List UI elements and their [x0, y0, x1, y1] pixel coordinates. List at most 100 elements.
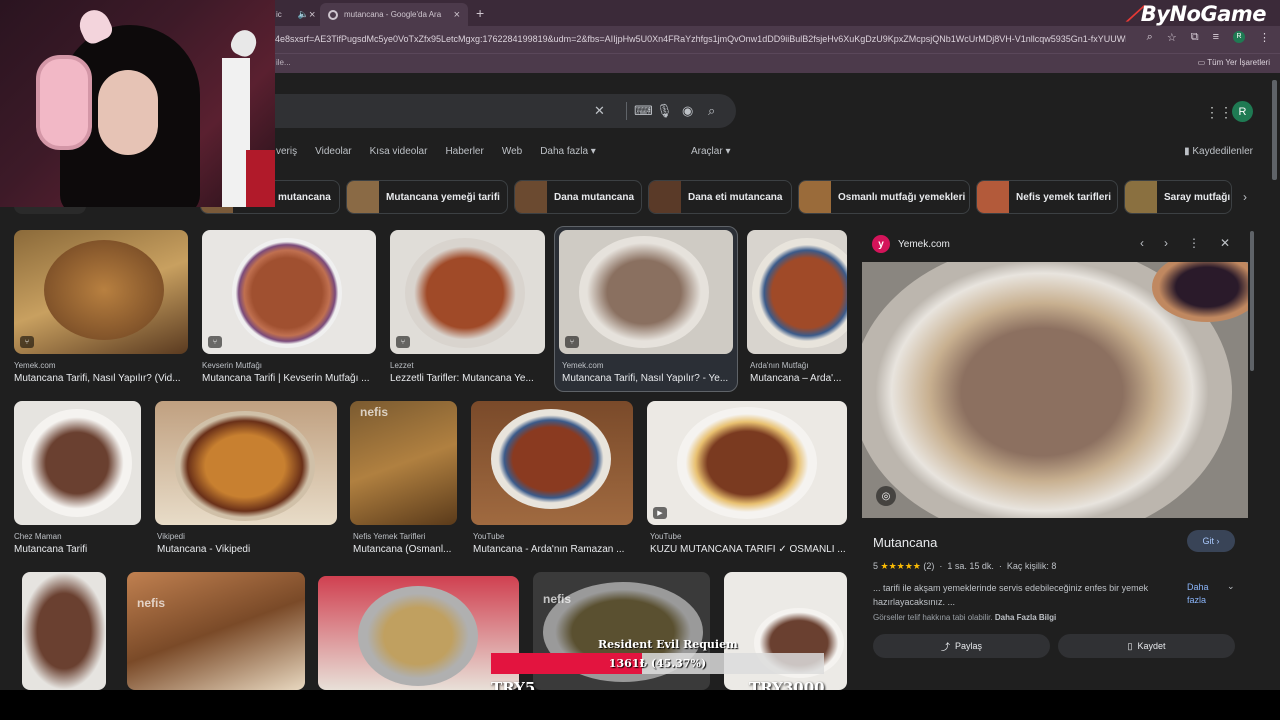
- chip-dana-mutancana[interactable]: Dana mutancana: [514, 180, 642, 214]
- mute-icon[interactable]: 🔈: [298, 9, 309, 20]
- close-tab-icon[interactable]: ×: [309, 9, 315, 21]
- chip-mutancana-yemegi-tarifi[interactable]: Mutancana yemeği tarifi: [346, 180, 508, 214]
- folder-icon: ▭: [1197, 58, 1208, 67]
- result-source[interactable]: Arda'nın Mutfağı: [750, 361, 850, 370]
- next-icon[interactable]: ›: [1164, 236, 1168, 250]
- result-title[interactable]: Mutancana Tarifi | Kevserin Mutfağı ...: [202, 373, 376, 384]
- result-image[interactable]: [747, 230, 847, 354]
- tab-title: ic: [276, 10, 282, 19]
- recipe-icon: ⑂: [208, 336, 222, 348]
- result-title[interactable]: KUZU MUTANCANA TARİFİ ✓ OSMANLI ...: [650, 544, 850, 555]
- menu-icon[interactable]: ⋮: [1259, 31, 1270, 44]
- result-source[interactable]: YouTube: [473, 532, 633, 541]
- result-image[interactable]: ⑂: [559, 230, 733, 354]
- profile-icon[interactable]: R: [1233, 31, 1245, 43]
- google-apps-icon[interactable]: ⋮⋮: [1205, 104, 1233, 121]
- result-source[interactable]: Yemek.com: [562, 361, 732, 370]
- all-bookmarks-link[interactable]: ▭ Tüm Yer İşaretleri: [1198, 58, 1270, 67]
- tab-news[interactable]: Haberler: [445, 146, 483, 157]
- account-avatar[interactable]: R: [1232, 101, 1253, 122]
- result-title[interactable]: Mutancana Tarifi: [14, 544, 141, 555]
- more-link[interactable]: Daha fazla: [1187, 581, 1227, 607]
- visit-button[interactable]: Git ›: [1187, 530, 1235, 552]
- copyright-note: Görseller telif hakkına tabi olabilir. D…: [873, 613, 1057, 622]
- media-icon[interactable]: ≡: [1213, 31, 1219, 44]
- result-image[interactable]: nefis: [127, 572, 305, 690]
- result-image[interactable]: ⑂: [202, 230, 376, 354]
- microphone-icon[interactable]: 🎙: [656, 103, 673, 119]
- result-title[interactable]: Lezzetli Tarifler: Mutancana Ye...: [390, 373, 545, 384]
- result-image[interactable]: [155, 401, 337, 525]
- chip-osmanli-mutfagi[interactable]: Osmanlı mutfağı yemekleri: [798, 180, 970, 214]
- result-source[interactable]: Yemek.com: [14, 361, 188, 370]
- lens-search-icon[interactable]: ◎: [876, 486, 896, 506]
- tab-videos[interactable]: Videolar: [315, 146, 352, 157]
- browser-tab-active[interactable]: mutancana - Google'da Ara ×: [320, 3, 468, 26]
- new-tab-button[interactable]: +: [476, 5, 484, 21]
- result-image[interactable]: nefis: [350, 401, 457, 525]
- result-image[interactable]: [318, 576, 519, 690]
- result-image[interactable]: [471, 401, 633, 525]
- zoom-icon[interactable]: ⌕: [1147, 31, 1153, 44]
- extensions-icon[interactable]: ⧉: [1191, 31, 1199, 44]
- panel-source[interactable]: Yemek.com: [898, 239, 950, 250]
- watermark: nefis: [543, 592, 572, 606]
- result-title[interactable]: Mutancana (Osmanl...: [353, 544, 460, 555]
- save-button[interactable]: ▯ Kaydet: [1058, 634, 1235, 658]
- recipe-meta: 5 ★★★★★ (2) · 1 sa. 15 dk. · Kaç kişilik…: [873, 561, 1057, 571]
- close-icon[interactable]: ✕: [1220, 236, 1230, 250]
- result-source[interactable]: Lezzet: [390, 361, 545, 370]
- share-button[interactable]: ⤴ Paylaş: [873, 634, 1050, 658]
- result-title[interactable]: Mutancana - Vikipedi: [157, 544, 337, 555]
- result-image[interactable]: [14, 401, 141, 525]
- page-scrollbar[interactable]: [1272, 80, 1277, 180]
- learn-more-link[interactable]: Daha Fazla Bilgi: [995, 613, 1056, 622]
- url-field[interactable]: b4e8sxsrf=AE3TifPugsdMc5ye0VoTxZfx95Letc…: [270, 34, 1126, 44]
- result-source[interactable]: Kevserin Mutfağı: [202, 361, 376, 370]
- result-source[interactable]: Vikipedi: [157, 532, 337, 541]
- bookmark-icon: ▯: [1127, 640, 1133, 651]
- saved-link[interactable]: ▮ Kaydedilenler: [1184, 146, 1253, 157]
- tab-web[interactable]: Web: [502, 146, 522, 157]
- result-title[interactable]: Mutancana Tarifi, Nasıl Yapılır? - Ye...: [562, 373, 732, 384]
- play-icon: ▶: [653, 507, 667, 519]
- share-icon: ⤴: [940, 641, 950, 652]
- search-box[interactable]: ✕ ⌨ 🎙 ◉ ⌕: [240, 94, 736, 128]
- chip-dana-eti-mutancana[interactable]: Dana eti mutancana: [648, 180, 792, 214]
- previous-icon[interactable]: ‹: [1140, 236, 1144, 250]
- chip-nefis-yemek-tarifleri[interactable]: Nefis yemek tarifleri: [976, 180, 1118, 214]
- preview-image[interactable]: [862, 262, 1248, 518]
- search-icon[interactable]: ⌕: [708, 103, 715, 119]
- lens-icon[interactable]: ◉: [682, 103, 693, 119]
- panel-title[interactable]: Mutancana: [873, 535, 937, 550]
- chip-saray-mutfagi[interactable]: Saray mutfağı: [1124, 180, 1232, 214]
- result-title[interactable]: Mutancana Tarifi, Nasıl Yapılır? (Vid...: [14, 373, 188, 384]
- recipe-icon: ⑂: [20, 336, 34, 348]
- chevron-down-icon[interactable]: ⌄: [1227, 581, 1235, 592]
- clear-icon[interactable]: ✕: [594, 103, 605, 119]
- more-options-icon[interactable]: ⋮: [1188, 236, 1200, 250]
- tab-short-videos[interactable]: Kısa videolar: [370, 146, 428, 157]
- result-image[interactable]: ⑂: [390, 230, 545, 354]
- panel-scrollbar[interactable]: [1250, 231, 1254, 371]
- chevron-right-icon[interactable]: ›: [1243, 190, 1247, 204]
- result-title[interactable]: Mutancana - Arda'nın Ramazan ...: [473, 544, 633, 555]
- result-image[interactable]: ▶: [647, 401, 847, 525]
- result-title[interactable]: Mutancana – Arda'...: [750, 373, 850, 384]
- keyboard-icon[interactable]: ⌨: [634, 103, 653, 119]
- result-image[interactable]: ⑂: [14, 230, 188, 354]
- result-source[interactable]: Chez Maman: [14, 532, 141, 541]
- tools-button[interactable]: Araçlar ▾: [691, 146, 730, 157]
- tab-more[interactable]: Daha fazla ▾: [540, 146, 596, 157]
- result-source[interactable]: YouTube: [650, 532, 850, 541]
- watermark: nefis: [137, 596, 166, 610]
- tab-shopping[interactable]: veriş: [276, 146, 297, 157]
- search-nav-tabs: veriş Videolar Kısa videolar Haberler We…: [276, 146, 596, 157]
- webcam-overlay: [0, 0, 275, 207]
- result-source[interactable]: Nefis Yemek Tarifleri: [353, 532, 460, 541]
- close-tab-icon[interactable]: ×: [454, 9, 460, 21]
- bookmark-item[interactable]: ile...: [276, 58, 291, 67]
- chip-thumbnail: [347, 181, 379, 213]
- result-image[interactable]: [22, 572, 106, 690]
- bookmark-star-icon[interactable]: ☆: [1167, 31, 1177, 44]
